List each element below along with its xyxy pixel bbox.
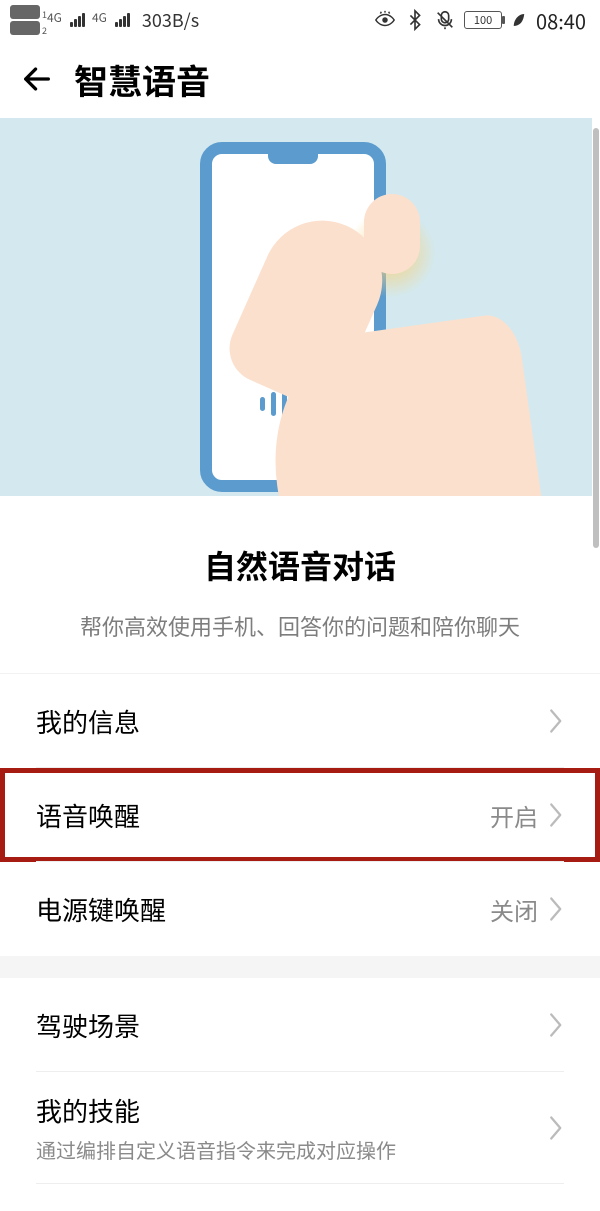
eye-icon (374, 9, 396, 31)
row-voice-wake-label: 语音唤醒 (36, 797, 140, 834)
leaf-icon (510, 9, 528, 31)
page-title: 智慧语音 (74, 55, 210, 104)
hand-illustration (186, 198, 566, 496)
signal-bars-1-icon (70, 13, 85, 27)
signal-bars-2-icon (115, 13, 130, 27)
section-divider (0, 956, 600, 978)
arrow-left-icon (20, 62, 54, 96)
header: 智慧语音 (0, 40, 600, 118)
row-skills-sub: 通过编排自定义语音指令来完成对应操作 (36, 1135, 396, 1164)
row-driving-label: 驾驶场景 (36, 1007, 140, 1044)
row-skills[interactable]: 我的技能 通过编排自定义语音指令来完成对应操作 (0, 1072, 600, 1184)
row-driving[interactable]: 驾驶场景 (0, 978, 600, 1072)
battery-icon: 100 (464, 11, 502, 29)
signal-label-1: 4G (47, 9, 62, 26)
scrollbar-thumb[interactable] (593, 128, 599, 548)
signal-label-2: 4G (92, 9, 107, 26)
row-my-info-label: 我的信息 (36, 703, 140, 740)
row-voice-wake[interactable]: 语音唤醒 开启 (0, 768, 600, 862)
intro-headline: 自然语音对话 (36, 542, 564, 588)
battery-level: 100 (474, 12, 492, 28)
row-power-wake-label: 电源键唤醒 (36, 891, 166, 928)
hd2-icon (10, 21, 40, 35)
row-my-info[interactable]: 我的信息 (0, 674, 600, 768)
back-button[interactable] (20, 62, 54, 96)
row-voice-wake-value: 开启 (490, 798, 538, 833)
hero-illustration (0, 118, 592, 496)
clock: 08:40 (536, 6, 586, 35)
row-voice-call-label: 语音控制呼叫 (36, 1206, 192, 1211)
hd1-icon (10, 5, 40, 19)
status-right: 100 08:40 (374, 6, 586, 35)
mute-icon (434, 9, 456, 31)
hd-badges (10, 5, 40, 35)
intro-section: 自然语音对话 帮你高效使用手机、回答你的问题和陪你聊天 (0, 496, 600, 674)
chevron-right-icon (546, 1010, 564, 1040)
network-speed: 303B/s (142, 7, 199, 33)
status-left: 4G 4G 303B/s (10, 5, 199, 35)
chevron-right-icon (546, 706, 564, 736)
status-bar: 4G 4G 303B/s (0, 0, 600, 40)
intro-subtitle: 帮你高效使用手机、回答你的问题和陪你聊天 (36, 610, 564, 643)
chevron-right-icon (546, 894, 564, 924)
row-power-wake[interactable]: 电源键唤醒 关闭 (0, 862, 600, 956)
row-power-wake-value: 关闭 (490, 892, 538, 927)
row-skills-label: 我的技能 (36, 1092, 396, 1129)
row-voice-call[interactable]: 语音控制呼叫 (0, 1184, 600, 1211)
chevron-right-icon (546, 1113, 564, 1143)
chevron-right-icon (546, 800, 564, 830)
bluetooth-icon (404, 9, 426, 31)
